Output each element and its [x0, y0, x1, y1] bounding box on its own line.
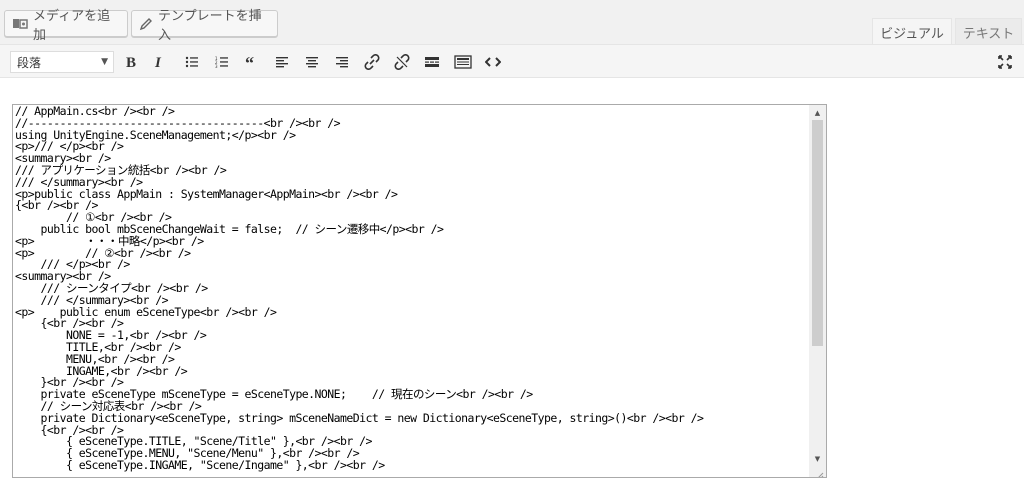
- tab-text[interactable]: テキスト: [955, 18, 1022, 45]
- align-left-button[interactable]: [271, 51, 293, 73]
- svg-text:“: “: [245, 56, 254, 68]
- scrollbar-thumb[interactable]: [812, 120, 823, 346]
- scroll-up-icon[interactable]: ▲: [813, 108, 822, 117]
- unlink-icon: [394, 54, 410, 70]
- svg-text:3: 3: [215, 64, 218, 68]
- svg-text:I: I: [154, 55, 162, 69]
- resize-handle-icon[interactable]: [814, 465, 824, 477]
- toolbar-toggle-button[interactable]: [452, 51, 474, 73]
- scroll-down-icon[interactable]: ▼: [813, 454, 822, 463]
- format-select-value: 段落: [17, 55, 42, 70]
- code-line: <p>/// </p><br />: [15, 139, 124, 154]
- code-line: /// </p><br />: [15, 257, 130, 272]
- tab-visual[interactable]: ビジュアル: [872, 18, 952, 45]
- numbered-list-icon: 123: [215, 56, 229, 68]
- code-textarea[interactable]: // AppMain.cs<br /><br />//-------------…: [12, 104, 827, 478]
- fullscreen-button[interactable]: [994, 51, 1016, 73]
- read-more-icon: [424, 56, 440, 68]
- insert-template-button[interactable]: テンプレートを挿入: [131, 9, 278, 43]
- pencil-icon: [139, 17, 153, 31]
- bold-icon: B: [125, 55, 137, 69]
- align-center-icon: [305, 56, 319, 68]
- align-left-icon: [275, 56, 289, 68]
- editor-top-bar: メディアを追加 テンプレートを挿入 ビジュアル テキスト: [0, 0, 1024, 45]
- link-icon: [364, 54, 380, 70]
- align-right-icon: [335, 56, 349, 68]
- bulleted-list-icon: [185, 56, 199, 68]
- code-line: <p>public class AppMain : SystemManager<…: [15, 186, 398, 201]
- bold-button[interactable]: B: [120, 51, 142, 73]
- italic-icon: I: [153, 55, 165, 69]
- fullscreen-icon: [998, 55, 1012, 69]
- formatting-toolbar: 段落 ▼ B I 123 “: [0, 44, 1024, 78]
- read-more-button[interactable]: [421, 51, 443, 73]
- italic-button[interactable]: I: [148, 51, 170, 73]
- add-media-button[interactable]: メディアを追加: [4, 9, 128, 43]
- code-icon: [485, 56, 501, 68]
- insert-template-label: テンプレートを挿入: [158, 8, 262, 43]
- remove-link-button[interactable]: [391, 51, 413, 73]
- blockquote-button[interactable]: “: [241, 51, 263, 73]
- align-right-button[interactable]: [331, 51, 353, 73]
- blockquote-icon: “: [245, 56, 259, 68]
- code-content: // AppMain.cs<br /><br />//-------------…: [15, 105, 704, 472]
- code-line: { eSceneType.INGAME, "Scene/Ingame" },<b…: [15, 457, 385, 472]
- paragraph-format-select[interactable]: 段落 ▼: [10, 51, 114, 73]
- media-icon: [12, 17, 28, 31]
- numbered-list-button[interactable]: 123: [211, 51, 233, 73]
- insert-link-button[interactable]: [361, 51, 383, 73]
- vertical-scrollbar[interactable]: ▲ ▼: [809, 105, 826, 477]
- chevron-down-icon: ▼: [101, 57, 108, 67]
- add-media-label: メディアを追加: [33, 8, 111, 43]
- bulleted-list-button[interactable]: [181, 51, 203, 73]
- code-button[interactable]: [482, 51, 504, 73]
- align-center-button[interactable]: [301, 51, 323, 73]
- svg-text:B: B: [126, 55, 136, 69]
- toolbar-toggle-icon: [454, 55, 472, 69]
